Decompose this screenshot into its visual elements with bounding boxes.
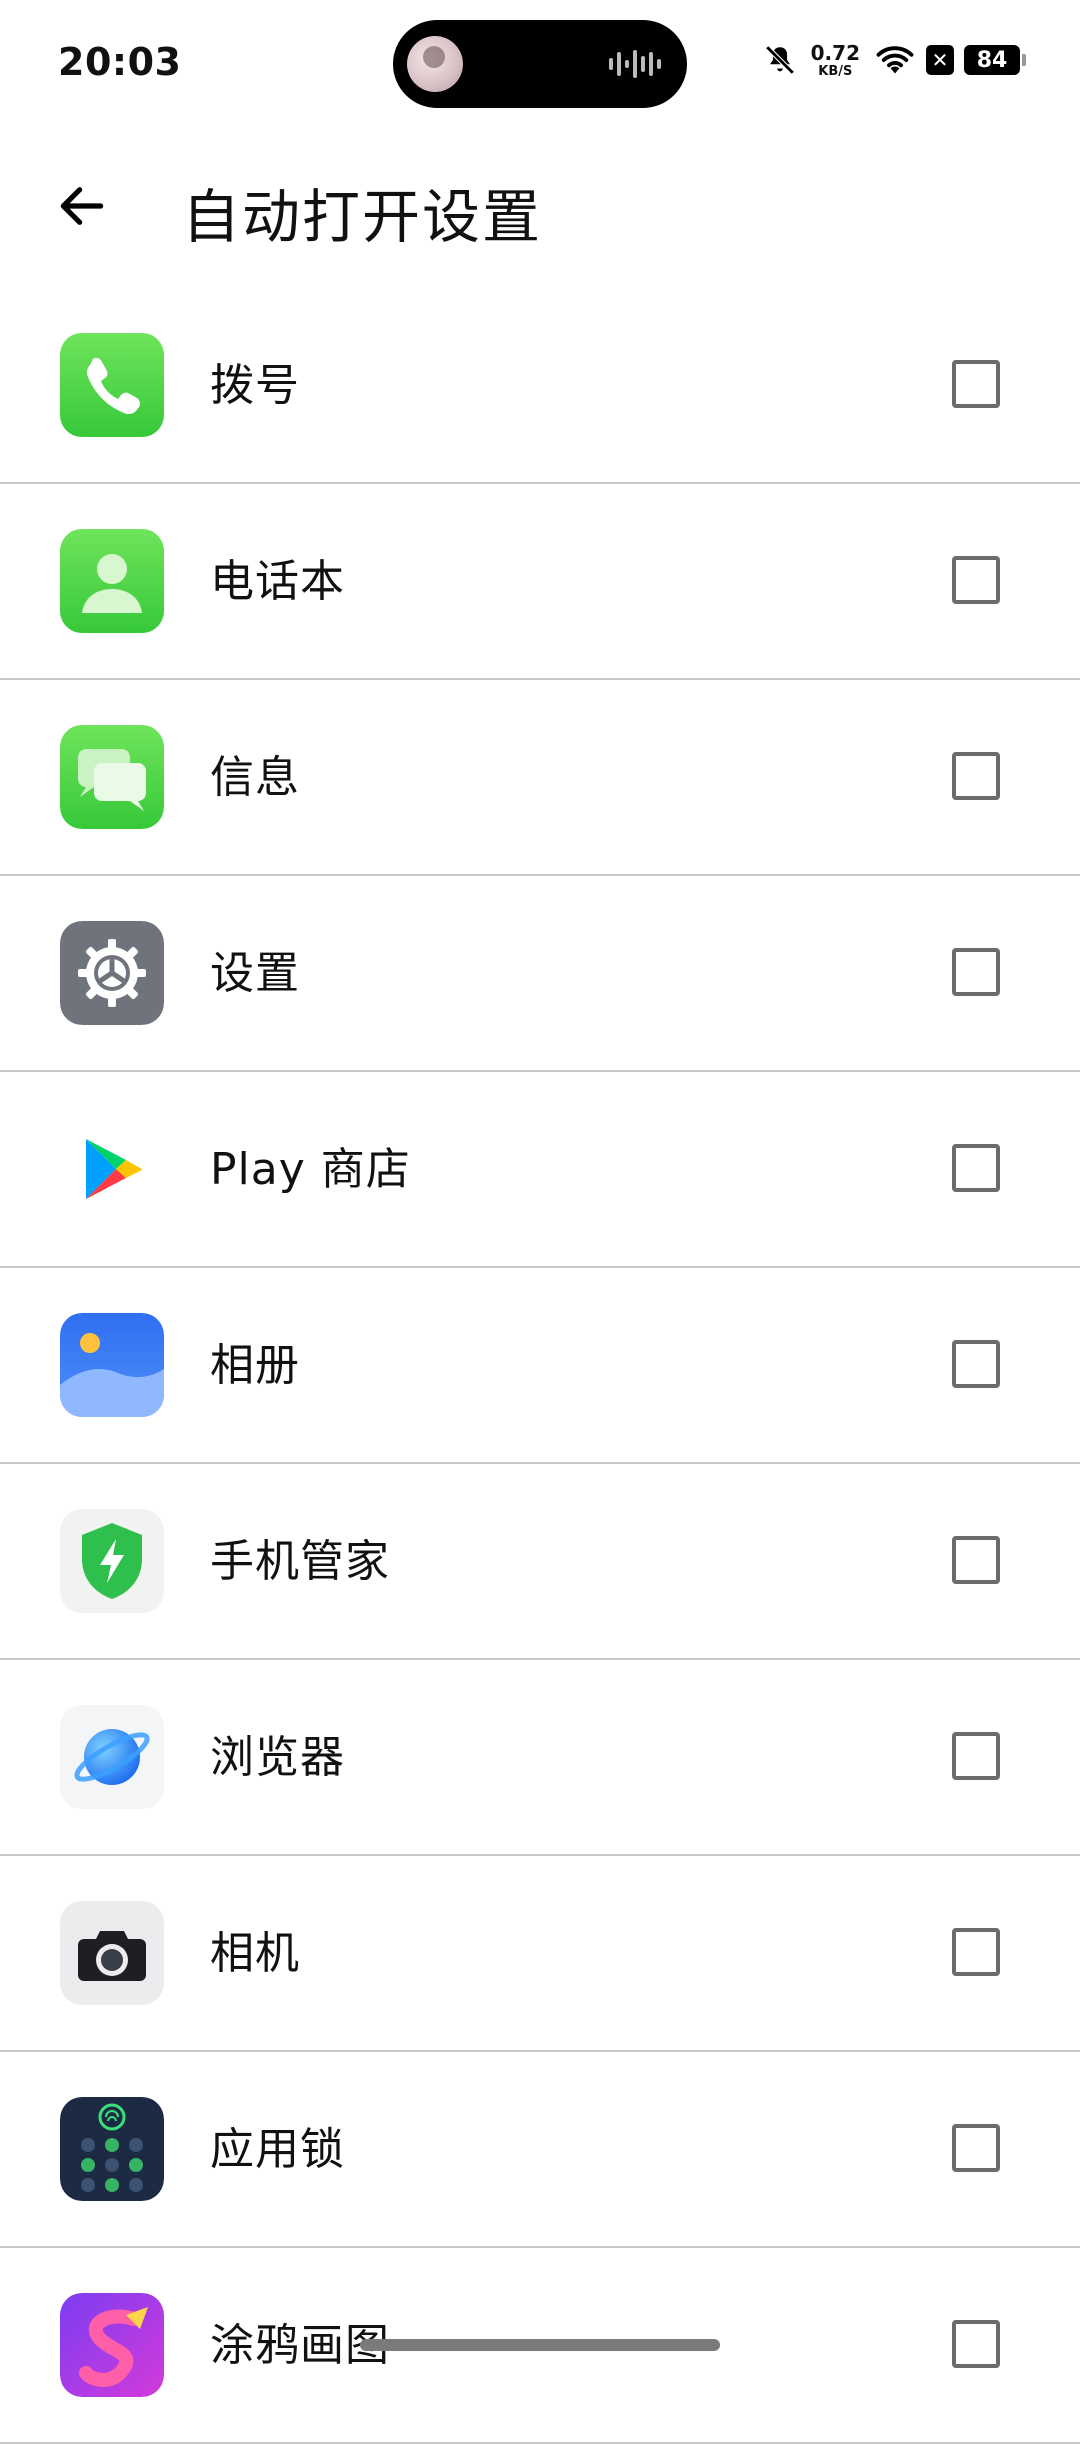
list-item-messages[interactable]: 信息 bbox=[0, 680, 1080, 876]
no-sim-icon: ✕ bbox=[926, 45, 954, 75]
arrow-left-icon bbox=[60, 187, 104, 225]
back-button[interactable] bbox=[40, 164, 124, 248]
app-label: 浏览器 bbox=[210, 1732, 345, 1783]
battery-indicator: 84 bbox=[964, 45, 1026, 75]
browser-planet-icon bbox=[60, 1705, 164, 1809]
list-item-phone-manager[interactable]: 手机管家 bbox=[0, 1464, 1080, 1660]
auto-open-checkbox[interactable] bbox=[952, 1732, 1000, 1780]
auto-open-checkbox[interactable] bbox=[952, 752, 1000, 800]
play-store-icon bbox=[60, 1117, 164, 1221]
list-item-contacts[interactable]: 电话本 bbox=[0, 484, 1080, 680]
network-speed-unit: KB/S bbox=[818, 63, 853, 79]
mute-bell-icon bbox=[765, 45, 795, 75]
auto-open-checkbox[interactable] bbox=[952, 1536, 1000, 1584]
auto-open-checkbox[interactable] bbox=[952, 948, 1000, 996]
camera-icon bbox=[60, 1901, 164, 2005]
navigation-gesture-bar[interactable] bbox=[360, 2339, 720, 2351]
auto-open-checkbox[interactable] bbox=[952, 556, 1000, 604]
app-list: 拨号 电话本 信息 设置 Play 商店 相册 手机管家 浏览器 相机 应用锁 … bbox=[0, 288, 1080, 2444]
list-item-camera[interactable]: 相机 bbox=[0, 1856, 1080, 2052]
status-time: 20:03 bbox=[58, 40, 182, 84]
app-bar: 自动打开设置 bbox=[0, 140, 1080, 270]
list-item-dialer[interactable]: 拨号 bbox=[0, 288, 1080, 484]
app-label: 应用锁 bbox=[210, 2124, 345, 2175]
page-title: 自动打开设置 bbox=[182, 183, 543, 251]
dynamic-island[interactable] bbox=[393, 20, 687, 108]
phone-manager-shield-icon bbox=[60, 1509, 164, 1613]
list-item-app-lock[interactable]: 应用锁 bbox=[0, 2052, 1080, 2248]
network-speed-value: 0.72 bbox=[810, 40, 860, 65]
contacts-icon bbox=[60, 529, 164, 633]
settings-gear-icon bbox=[60, 921, 164, 1025]
app-label: 拨号 bbox=[210, 360, 300, 411]
auto-open-checkbox[interactable] bbox=[952, 2124, 1000, 2172]
wifi-icon bbox=[876, 46, 914, 74]
auto-open-checkbox[interactable] bbox=[952, 1340, 1000, 1388]
auto-open-checkbox[interactable] bbox=[952, 360, 1000, 408]
auto-open-checkbox[interactable] bbox=[952, 1144, 1000, 1192]
audio-waveform-icon bbox=[609, 50, 661, 78]
network-speed: 0.72 KB/S bbox=[811, 43, 860, 78]
auto-open-checkbox[interactable] bbox=[952, 2320, 1000, 2368]
app-label: 信息 bbox=[210, 752, 300, 803]
media-thumbnail bbox=[407, 36, 463, 92]
list-item-settings[interactable]: 设置 bbox=[0, 876, 1080, 1072]
doodle-icon bbox=[60, 2293, 164, 2397]
messages-icon bbox=[60, 725, 164, 829]
app-label: 电话本 bbox=[210, 556, 345, 607]
app-label: 设置 bbox=[210, 948, 300, 999]
app-label: Play 商店 bbox=[210, 1144, 411, 1195]
gallery-icon bbox=[60, 1313, 164, 1417]
app-label: 手机管家 bbox=[210, 1536, 390, 1587]
phone-icon bbox=[60, 333, 164, 437]
app-label: 相机 bbox=[210, 1928, 300, 1979]
list-item-gallery[interactable]: 相册 bbox=[0, 1268, 1080, 1464]
app-label: 相册 bbox=[210, 1340, 300, 1391]
auto-open-checkbox[interactable] bbox=[952, 1928, 1000, 1976]
list-item-play-store[interactable]: Play 商店 bbox=[0, 1072, 1080, 1268]
status-icons: 0.72 KB/S ✕ 84 bbox=[763, 36, 1026, 84]
list-item-browser[interactable]: 浏览器 bbox=[0, 1660, 1080, 1856]
app-lock-icon bbox=[60, 2097, 164, 2201]
status-bar: 20:03 0.72 KB/S ✕ 84 bbox=[0, 0, 1080, 120]
